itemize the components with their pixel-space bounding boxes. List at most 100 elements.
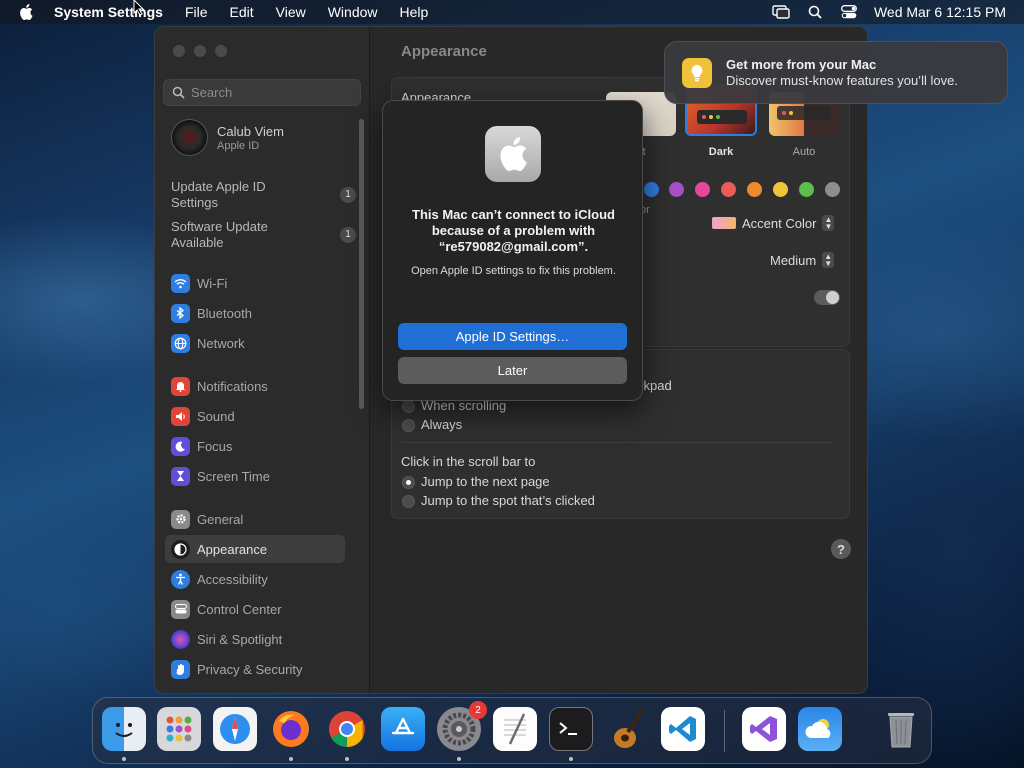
theme-auto-caption: Auto	[792, 146, 816, 158]
sidebar-item-sound[interactable]: Sound	[165, 402, 345, 430]
hourglass-icon	[171, 466, 190, 486]
help-button[interactable]: ?	[831, 539, 851, 559]
accent-red[interactable]	[721, 182, 736, 197]
sidebar-item-label: Focus	[197, 438, 233, 454]
accent-orange[interactable]	[747, 182, 762, 197]
sidebar-item-accessibility[interactable]: Accessibility	[165, 565, 345, 593]
sidebar-item-privacy-security[interactable]: Privacy & Security	[165, 655, 345, 683]
menu-edit[interactable]: Edit	[219, 4, 265, 20]
icloud-alert-dialog: This Mac can’t connect to iCloud because…	[382, 100, 643, 401]
search-input[interactable]	[191, 85, 351, 100]
dialog-title: This Mac can’t connect to iCloud because…	[412, 207, 615, 254]
notification-title: Get more from your Mac	[726, 57, 877, 72]
update-item-label: Software Update Available	[171, 219, 268, 250]
menubar-clock[interactable]: Wed Mar 6 12:15 PM	[874, 4, 1006, 20]
apple-id-profile[interactable]: Calub Viem Apple ID	[171, 119, 284, 156]
allow-wallpaper-tinting-toggle[interactable]	[814, 290, 840, 305]
tips-notification[interactable]: Get more from your Mac Discover must-kno…	[664, 41, 1008, 104]
accent-graphite[interactable]	[825, 182, 840, 197]
sidebar-item-label: Control Center	[197, 601, 282, 617]
accent-blue[interactable]	[644, 182, 659, 197]
dock-firefox-icon[interactable]	[269, 707, 313, 751]
appearance-icon	[171, 539, 190, 559]
control-center-icon	[171, 599, 190, 619]
sidebar-item-network[interactable]: Network	[165, 329, 345, 357]
chevron-updown-icon: ▲ ▼	[822, 252, 835, 268]
menu-file[interactable]: File	[174, 4, 219, 20]
sidebar-item-label: Notifications	[197, 378, 268, 394]
dock-weather-icon[interactable]	[798, 707, 842, 751]
hand-icon	[171, 659, 190, 679]
spotlight-search-icon[interactable]	[798, 5, 832, 19]
sidebar-item-notifications[interactable]: Notifications	[165, 372, 345, 400]
dock-chrome-icon[interactable]	[325, 707, 369, 751]
radio-always[interactable]	[402, 419, 415, 432]
dock-finder-icon[interactable]	[102, 707, 146, 751]
close-window-button[interactable]	[173, 45, 185, 57]
control-center-menubar-icon[interactable]	[832, 5, 866, 19]
software-update-item[interactable]: Software Update Available 1	[171, 219, 356, 251]
radio-jump-next-page[interactable]	[402, 476, 415, 489]
search-icon	[172, 86, 185, 99]
highlight-value: Accent Color	[742, 215, 817, 231]
dock-textedit-icon[interactable]	[493, 707, 537, 751]
update-item-label: Update Apple ID Settings	[171, 179, 266, 210]
running-indicator	[457, 757, 461, 761]
apple-id-settings-button[interactable]: Apple ID Settings…	[398, 323, 627, 350]
sidebar-item-screen-time[interactable]: Screen Time	[165, 462, 345, 490]
profile-subtitle: Apple ID	[217, 139, 260, 152]
page-title: Appearance	[401, 43, 487, 60]
dock-app-store-icon[interactable]	[381, 707, 425, 751]
jump-next-page-label: Jump to the next page	[421, 474, 550, 489]
dock-trash-icon[interactable]	[879, 707, 923, 751]
dialog-message: Open Apple ID settings to fix this probl…	[411, 265, 616, 277]
sidebar-item-appearance[interactable]: Appearance	[165, 535, 345, 563]
dock-launchpad-icon[interactable]	[157, 707, 201, 751]
menu-view[interactable]: View	[265, 4, 317, 20]
apple-menu-icon[interactable]	[0, 4, 52, 20]
sidebar-item-label: Sound	[197, 408, 235, 424]
sidebar-item-focus[interactable]: Focus	[165, 432, 345, 460]
dock-vscode-icon[interactable]	[661, 707, 705, 751]
dock-garageband-icon[interactable]	[605, 707, 649, 751]
dock-safari-icon[interactable]	[213, 707, 257, 751]
minimize-window-button[interactable]	[194, 45, 206, 57]
menu-help[interactable]: Help	[389, 4, 440, 20]
update-badge: 1	[340, 227, 356, 243]
sidebar-item-siri-spotlight[interactable]: Siri & Spotlight	[165, 625, 345, 653]
highlight-color-popup[interactable]: Accent Color ▲ ▼	[712, 215, 835, 231]
avatar	[171, 119, 208, 156]
sidebar-item-bluetooth[interactable]: Bluetooth	[165, 299, 345, 327]
bluetooth-icon	[171, 303, 190, 323]
chevron-updown-icon: ▲ ▼	[822, 215, 835, 231]
sidebar: Calub Viem Apple ID Update Apple ID Sett…	[155, 27, 370, 693]
zoom-window-button[interactable]	[215, 45, 227, 57]
dock-visual-studio-icon[interactable]	[742, 707, 786, 751]
menu-app-name[interactable]: System Settings	[52, 4, 174, 20]
sidebar-icon-size-popup[interactable]: Medium ▲ ▼	[770, 252, 835, 268]
running-indicator	[569, 757, 573, 761]
sidebar-item-control-center[interactable]: Control Center	[165, 595, 345, 623]
accent-yellow[interactable]	[773, 182, 788, 197]
sidebar-item-general[interactable]: General	[165, 505, 345, 533]
sidebar-scrollbar[interactable]	[359, 119, 364, 409]
apple-logo-icon	[485, 126, 541, 182]
screen-mirroring-icon[interactable]	[764, 5, 798, 19]
later-button[interactable]: Later	[398, 357, 627, 384]
accent-pink[interactable]	[695, 182, 710, 197]
radio-when-scrolling[interactable]	[402, 400, 415, 413]
sidebar-search[interactable]	[163, 79, 361, 106]
menu-window[interactable]: Window	[317, 4, 389, 20]
sidebar-item-wifi[interactable]: Wi-Fi	[165, 269, 345, 297]
mouse-cursor-icon	[133, 0, 145, 16]
wifi-icon	[171, 273, 190, 293]
update-apple-id-settings-item[interactable]: Update Apple ID Settings 1	[171, 179, 356, 211]
bell-icon	[171, 376, 190, 396]
window-controls	[173, 45, 227, 57]
radio-jump-spot-clicked[interactable]	[402, 495, 415, 508]
accent-purple[interactable]	[669, 182, 684, 197]
sidebar-item-label: Privacy & Security	[197, 661, 303, 677]
running-indicator	[122, 757, 126, 761]
accent-green[interactable]	[799, 182, 814, 197]
dock-terminal-icon[interactable]	[549, 707, 593, 751]
